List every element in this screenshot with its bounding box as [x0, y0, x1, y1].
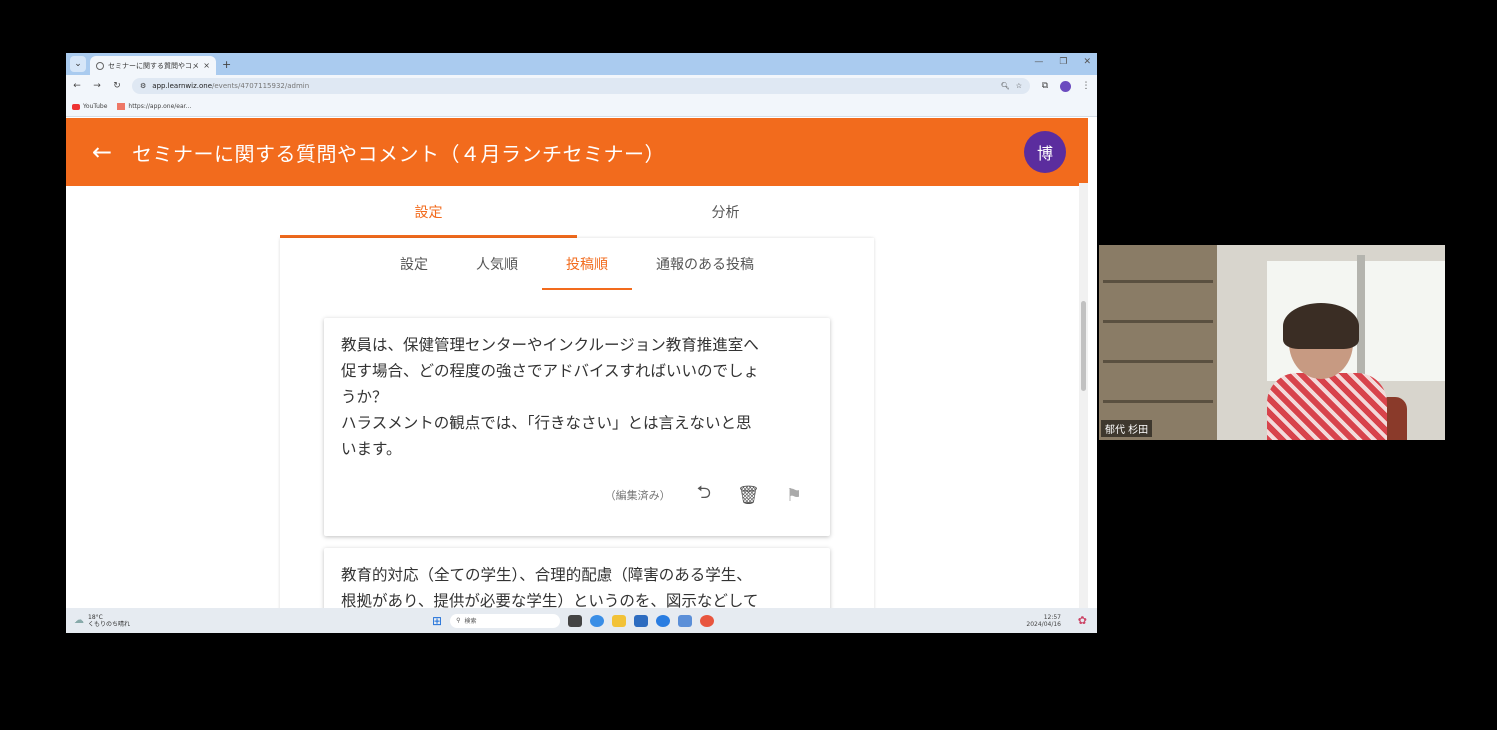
site-info-icon[interactable]: ⚙	[140, 82, 146, 90]
bookmark-star-icon[interactable]: ☆	[1016, 82, 1022, 90]
app-header: ← セミナーに関する質問やコメント（４月ランチセミナー） 博	[66, 118, 1088, 186]
cloud-icon: ☁	[74, 615, 84, 626]
bookshelf	[1099, 245, 1217, 440]
subtab-reported[interactable]: 通報のある投稿	[632, 238, 778, 290]
subtab-settings[interactable]: 設定	[376, 238, 452, 290]
clock-date: 2024/04/16	[1026, 620, 1061, 628]
post-card: 教員は、保健管理センターやインクルージョン教育推進室へ 促す場合、どの程度の強さ…	[324, 318, 830, 536]
url-path: /events/4707115932/admin	[212, 82, 310, 90]
user-avatar[interactable]: 博	[1024, 131, 1066, 173]
weather-desc: くもりのち晴れ	[88, 620, 131, 628]
tab-search-icon[interactable]: ⌄	[70, 56, 86, 72]
extensions-icon[interactable]: ⧉	[1040, 81, 1050, 91]
taskbar-clock[interactable]: 12:57 2024/04/16	[1026, 614, 1061, 628]
weather-temp: 18°C	[88, 613, 103, 621]
task-view-icon[interactable]	[568, 614, 583, 627]
back-arrow-icon[interactable]: ←	[92, 138, 122, 166]
sub-tabs: 設定 人気順 投稿順 通報のある投稿	[280, 238, 874, 290]
windows-start-icon[interactable]: ⊞	[432, 614, 442, 628]
scrollbar-thumb[interactable]	[1081, 301, 1086, 391]
page-scrollbar[interactable]	[1079, 183, 1088, 608]
taskbar-search[interactable]: ⚲ 検索	[450, 613, 561, 628]
profile-avatar-icon[interactable]	[1060, 80, 1071, 92]
chrome-icon[interactable]	[590, 614, 605, 627]
post-text: 教育的対応（全ての学生）、合理的配慮（障害のある学生、 根拠があり、提供が必要な…	[341, 566, 759, 608]
subtab-by-post-order[interactable]: 投稿順	[542, 238, 632, 290]
taskbar-apps: ⊞ ⚲ 検索	[432, 613, 715, 628]
reply-icon[interactable]: ⮌	[697, 480, 711, 510]
browser-tab-strip: ⌄ セミナーに関する質問やコメント（4月 × + — ❐ ✕	[66, 53, 1097, 75]
new-tab-button[interactable]: +	[222, 58, 231, 71]
menu-kebab-icon[interactable]: ⋮	[1081, 81, 1091, 91]
youtube-icon	[72, 103, 80, 110]
video-person-body	[1267, 373, 1387, 440]
participant-video: 郁代 杉田	[1099, 245, 1445, 440]
video-window-frame	[1357, 255, 1365, 385]
url-host: app.learnwiz.one	[152, 82, 213, 90]
post-card: 教育的対応（全ての学生）、合理的配慮（障害のある学生、 根拠があり、提供が必要な…	[324, 548, 830, 608]
posts-panel: 設定 人気順 投稿順 通報のある投稿 教員は、保健管理センターやインクルージョン…	[280, 238, 874, 608]
participant-name: 郁代 杉田	[1101, 420, 1153, 437]
app-icon[interactable]	[678, 614, 693, 627]
close-tab-icon[interactable]: ×	[203, 61, 210, 70]
meeting-stage: ⌄ セミナーに関する質問やコメント（4月 × + — ❐ ✕ ← → ↻ ⚙ a…	[0, 0, 1497, 730]
search-icon: ⚲	[456, 617, 461, 624]
file-explorer-icon[interactable]	[612, 614, 627, 627]
zoom-icon[interactable]: 🔍︎	[1001, 82, 1010, 90]
app-icon[interactable]	[634, 614, 649, 627]
tab-settings[interactable]: 設定	[280, 186, 577, 238]
web-page: ← セミナーに関する質問やコメント（４月ランチセミナー） 博 設定 分析 設定 …	[66, 118, 1088, 608]
chrome-icon[interactable]	[700, 614, 715, 627]
forward-icon[interactable]: →	[92, 81, 102, 91]
browser-toolbar: ← → ↻ ⚙ app.learnwiz.one/events/47071159…	[66, 75, 1097, 97]
shared-screen: ⌄ セミナーに関する質問やコメント（4月 × + — ❐ ✕ ← → ↻ ⚙ a…	[66, 53, 1097, 633]
bookmark-youtube[interactable]: YouTube	[72, 103, 107, 110]
trash-icon[interactable]: 🗑︎	[737, 485, 760, 506]
weather-widget[interactable]: ☁ 18°C くもりのち晴れ	[74, 614, 130, 628]
page-title: セミナーに関する質問やコメント（４月ランチセミナー）	[132, 141, 665, 166]
edited-label: （編集済み）	[604, 489, 671, 502]
subtab-popular[interactable]: 人気順	[452, 238, 542, 290]
search-placeholder: 検索	[464, 618, 477, 625]
reload-icon[interactable]: ↻	[112, 81, 122, 91]
bookmark-label: YouTube	[83, 103, 108, 110]
windows-taskbar: ☁ 18°C くもりのち晴れ ⊞ ⚲ 検索 12:57 2024/04/16 ✿	[66, 608, 1097, 633]
main-tabs: 設定 分析	[280, 186, 874, 238]
post-text: 教員は、保健管理センターやインクルージョン教育推進室へ 促す場合、どの程度の強さ…	[341, 336, 760, 458]
bookmarks-bar: YouTube https://app.one/ear...	[66, 97, 1097, 117]
edge-icon[interactable]	[656, 614, 671, 627]
address-bar[interactable]: ⚙ app.learnwiz.one/events/4707115932/adm…	[132, 78, 1030, 94]
video-person-hair	[1283, 303, 1359, 349]
browser-tab-title: セミナーに関する質問やコメント（4月	[108, 61, 199, 70]
flag-icon[interactable]: ⚑	[786, 485, 802, 506]
globe-icon	[96, 61, 104, 70]
close-window-icon[interactable]: ✕	[1083, 57, 1091, 67]
clock-time: 12:57	[1043, 613, 1061, 621]
bookmark-label: https://app.one/ear...	[128, 103, 192, 110]
window-controls: — ❐ ✕	[1034, 57, 1091, 67]
back-icon[interactable]: ←	[72, 81, 82, 91]
site-favicon-icon	[117, 103, 126, 110]
copilot-icon[interactable]: ✿	[1078, 614, 1087, 627]
browser-tab-active[interactable]: セミナーに関する質問やコメント（4月 ×	[90, 56, 216, 75]
tab-analysis[interactable]: 分析	[577, 186, 874, 238]
restore-icon[interactable]: ❐	[1059, 57, 1067, 67]
minimize-icon[interactable]: —	[1034, 57, 1043, 67]
post-actions: （編集済み） ⮌ 🗑︎ ⚑	[605, 480, 802, 510]
bookmark-site[interactable]: https://app.one/ear...	[117, 103, 191, 110]
